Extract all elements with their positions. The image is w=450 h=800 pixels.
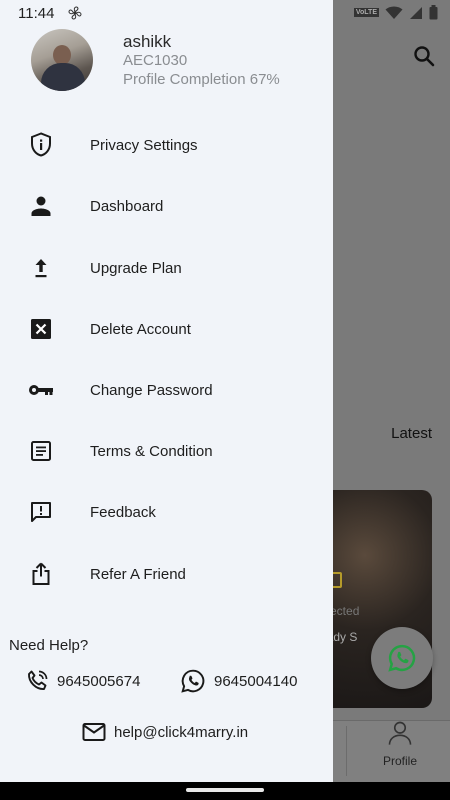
user-name: ashikk xyxy=(123,32,172,51)
navigation-drawer: ashikk AEC1030 Profile Completion 67% Pr… xyxy=(0,0,333,782)
menu-label-privacy-settings: Privacy Settings xyxy=(90,136,198,154)
close-box-icon xyxy=(28,316,54,342)
tab-profile-label: Profile xyxy=(382,754,417,768)
status-icons: VoLTE xyxy=(353,5,438,20)
whatsapp-fab[interactable] xyxy=(371,627,433,689)
tab-profile[interactable]: Profile xyxy=(370,719,430,768)
avatar[interactable] xyxy=(31,29,93,91)
battery-icon xyxy=(429,5,438,20)
signal-icon xyxy=(410,6,422,19)
system-navigation-bar xyxy=(0,782,450,800)
menu-label-change-password: Change Password xyxy=(90,381,213,399)
menu-item-privacy-settings[interactable]: Privacy Settings xyxy=(0,120,333,170)
search-icon[interactable] xyxy=(412,44,436,68)
menu-label-upgrade-plan: Upgrade Plan xyxy=(90,259,182,277)
need-help-title: Need Help? xyxy=(9,637,89,654)
status-bar: 11:44 VoLTE xyxy=(0,0,450,28)
person-icon xyxy=(28,193,54,219)
menu-item-refer-a-friend[interactable]: Refer A Friend xyxy=(0,549,333,599)
whatsapp-outline-icon xyxy=(181,669,205,693)
status-time: 11:44 xyxy=(18,5,55,22)
key-icon xyxy=(28,377,54,403)
whatsapp-contact[interactable]: 9645004140 xyxy=(180,668,297,694)
upload-arrow-icon xyxy=(28,255,54,281)
email-icon xyxy=(82,723,106,741)
menu-item-feedback[interactable]: Feedback xyxy=(0,487,333,537)
menu-item-dashboard[interactable]: Dashboard xyxy=(0,181,333,231)
menu-item-delete-account[interactable]: Delete Account xyxy=(0,304,333,354)
whatsapp-icon xyxy=(388,644,416,672)
volte-badge: VoLTE xyxy=(353,8,379,17)
home-gesture-handle[interactable] xyxy=(186,788,264,792)
tab-divider xyxy=(346,726,347,776)
user-code: AEC1030 xyxy=(123,52,188,69)
menu-label-refer-a-friend: Refer A Friend xyxy=(90,565,186,583)
menu-label-feedback: Feedback xyxy=(90,503,156,521)
document-icon xyxy=(28,438,54,464)
menu-label-delete-account: Delete Account xyxy=(90,320,191,338)
phone-contact[interactable]: 9645005674 xyxy=(25,669,140,693)
share-icon xyxy=(28,561,54,587)
menu-item-change-password[interactable]: Change Password xyxy=(0,365,333,415)
email-contact[interactable]: help@click4marry.in xyxy=(82,722,248,742)
latest-label[interactable]: Latest xyxy=(391,425,432,442)
fan-icon xyxy=(67,5,83,26)
shield-info-icon xyxy=(28,132,54,158)
feedback-icon xyxy=(28,499,54,525)
whatsapp-number: 9645004140 xyxy=(214,672,298,690)
menu-item-upgrade-plan[interactable]: Upgrade Plan xyxy=(0,243,333,293)
email-address: help@click4marry.in xyxy=(114,723,249,741)
avatar-head xyxy=(53,45,71,65)
menu-label-terms-condition: Terms & Condition xyxy=(90,442,213,460)
phone-number: 9645005674 xyxy=(57,672,141,690)
phone-call-icon xyxy=(28,670,48,690)
profile-completion: Profile Completion 67% xyxy=(123,71,280,88)
avatar-body xyxy=(41,63,85,91)
wifi-icon xyxy=(385,6,403,19)
profile-icon xyxy=(388,721,412,745)
menu-label-dashboard: Dashboard xyxy=(90,197,164,215)
menu-item-terms-condition[interactable]: Terms & Condition xyxy=(0,426,333,476)
